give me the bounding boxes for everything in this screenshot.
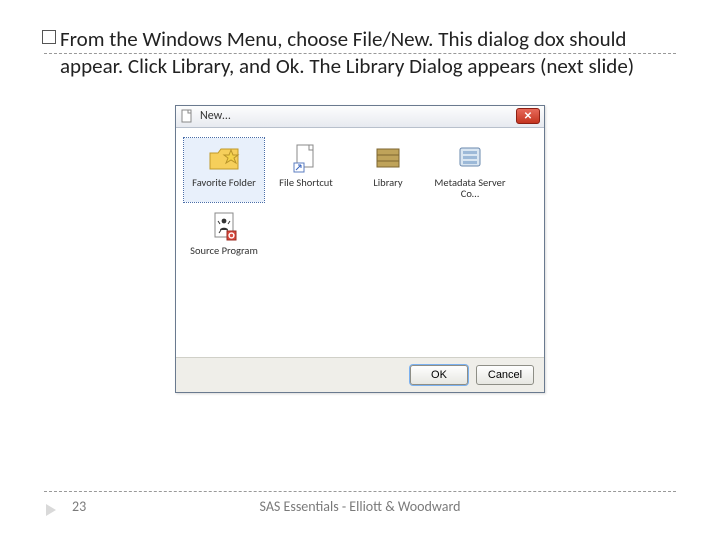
close-button[interactable]: ✕	[516, 108, 540, 124]
new-dialog: New… ✕ Favorite Folder	[175, 105, 545, 393]
item-library[interactable]: Library	[348, 138, 428, 202]
item-label: File Shortcut	[279, 177, 333, 188]
icon-list: Favorite Folder File Shortcut Library	[184, 138, 536, 259]
item-metadata-server[interactable]: Metadata Server Co…	[430, 138, 510, 202]
item-favorite-folder[interactable]: Favorite Folder	[184, 138, 264, 202]
ok-button[interactable]: OK	[410, 365, 468, 385]
bullet-square-icon	[42, 30, 56, 44]
divider-top	[44, 53, 676, 54]
metadata-server-icon	[453, 141, 487, 175]
item-label: Favorite Folder	[192, 177, 256, 188]
divider-bottom	[44, 491, 676, 492]
footer-text: SAS Essentials - Elliott & Woodward	[0, 498, 720, 515]
favorite-folder-icon	[207, 141, 241, 175]
dialog-screenshot: New… ✕ Favorite Folder	[175, 105, 545, 393]
item-label: Library	[373, 177, 402, 188]
item-file-shortcut[interactable]: File Shortcut	[266, 138, 346, 202]
slide: From the Windows Menu, choose File/New. …	[0, 0, 720, 540]
file-shortcut-icon	[289, 141, 323, 175]
dialog-content: Favorite Folder File Shortcut Library	[176, 128, 544, 358]
dialog-title: New…	[200, 109, 516, 123]
item-label: Metadata Server Co…	[432, 177, 508, 199]
cancel-button[interactable]: Cancel	[476, 365, 534, 385]
item-source-program[interactable]: Source Program	[184, 206, 264, 259]
close-icon: ✕	[524, 111, 532, 121]
source-program-icon	[207, 209, 241, 243]
button-bar: OK Cancel	[176, 358, 544, 392]
document-icon	[180, 109, 194, 123]
title-bar: New… ✕	[176, 106, 544, 128]
item-label: Source Program	[190, 245, 258, 256]
library-icon	[371, 141, 405, 175]
